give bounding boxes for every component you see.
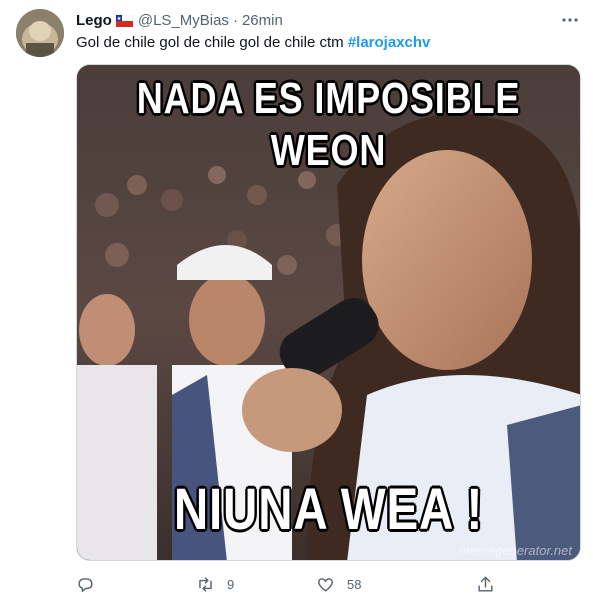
heart-icon [318, 577, 333, 592]
author-handle[interactable]: @LS_MyBias [138, 12, 229, 29]
like-button[interactable]: 58 [316, 572, 436, 596]
tweet[interactable]: Lego @LS_MyBias · 26min Gol de chile gol… [0, 0, 593, 603]
chile-flag-icon [115, 14, 134, 27]
retweet-count: 9 [227, 576, 235, 592]
meme-watermark: memegenerator.net [459, 543, 572, 558]
meme-top-line-1: NADA ES IMPOSIBLE [136, 74, 521, 123]
meme-top-line-2: WEON [270, 126, 387, 175]
reply-icon [78, 577, 93, 592]
hashtag-link[interactable]: #larojaxchv [348, 34, 431, 51]
more-icon[interactable] [559, 9, 581, 31]
reply-button[interactable] [76, 572, 196, 596]
tweet-text: Gol de chile gol de chile gol de chile c… [76, 33, 430, 53]
tweet-text-body: Gol de chile gol de chile gol de chile c… [76, 34, 348, 51]
retweet-button[interactable]: 9 [196, 572, 316, 596]
separator-dot: · [232, 11, 238, 29]
meme-top-caption: NADA ES IMPOSIBLE WEON [122, 73, 534, 177]
meme-bottom-caption: NIUNA WEA ! [173, 477, 484, 542]
retweet-icon [199, 576, 212, 592]
avatar[interactable] [16, 9, 64, 57]
like-count: 58 [347, 576, 362, 592]
share-icon [478, 576, 493, 592]
tweet-media-image[interactable]: NADA ES IMPOSIBLE WEON NIUNA WEA ! memeg… [76, 64, 581, 561]
tweet-header: Lego @LS_MyBias · 26min [76, 10, 283, 30]
timestamp[interactable]: 26min [242, 12, 283, 29]
share-button[interactable] [476, 572, 500, 596]
author-name[interactable]: Lego [76, 12, 112, 29]
tweet-actions: 9 58 [76, 572, 516, 596]
